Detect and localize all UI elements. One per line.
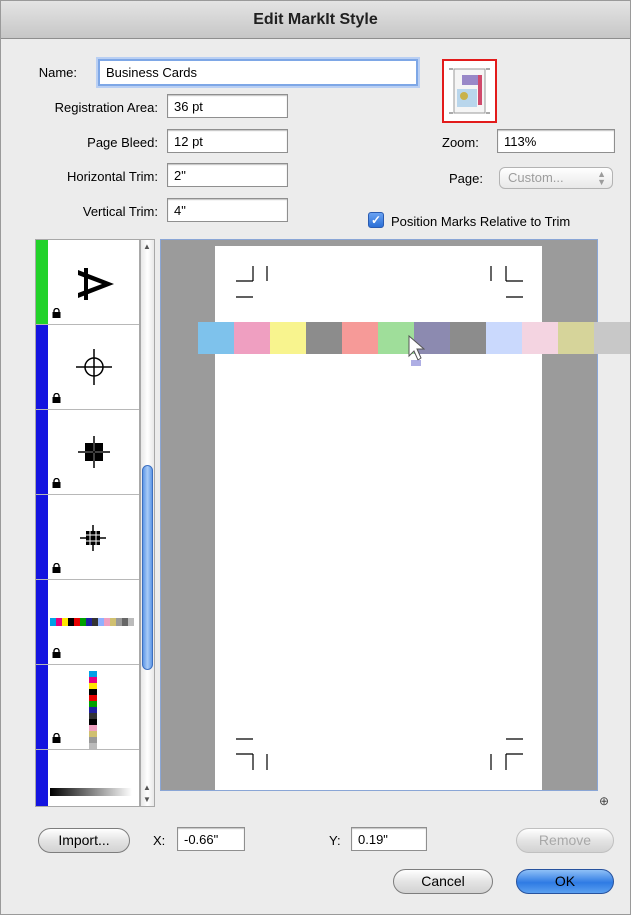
name-label: Name:: [38, 65, 77, 80]
zoom-in-icon[interactable]: ⊕: [599, 794, 609, 808]
name-field[interactable]: [98, 59, 418, 86]
page-preview[interactable]: [160, 239, 630, 791]
list-item[interactable]: [36, 665, 139, 750]
edit-markit-style-dialog: Edit MarkIt Style Name: Registration Are…: [0, 0, 631, 915]
color-patch: [270, 322, 306, 354]
scroll-up-icon[interactable]: ▲: [143, 242, 151, 251]
page-popup[interactable]: Custom... ▲ ▼: [499, 167, 613, 189]
color-patch: [234, 322, 270, 354]
registration-area-label: Registration Area:: [54, 100, 158, 115]
window-title: Edit MarkIt Style: [1, 1, 630, 39]
cancel-button[interactable]: Cancel: [393, 869, 493, 894]
import-button[interactable]: Import...: [38, 828, 130, 853]
mark-status-bar: [36, 240, 48, 324]
text-mark-icon: [78, 268, 114, 300]
registration-target-icon: [76, 349, 112, 385]
remove-button[interactable]: Remove: [516, 828, 614, 853]
list-item[interactable]: [36, 410, 139, 495]
zoom-field[interactable]: [497, 129, 615, 153]
mark-status-bar: [36, 580, 48, 664]
page-thumbnail[interactable]: [442, 59, 497, 123]
list-item[interactable]: [36, 495, 139, 580]
color-patch: [450, 322, 486, 354]
gradient-bar-icon: [50, 788, 132, 796]
vertical-trim-field[interactable]: [167, 198, 288, 222]
page-bleed-field[interactable]: [167, 129, 288, 153]
y-coordinate-field[interactable]: [351, 827, 427, 851]
position-marks-checkbox[interactable]: ✓: [368, 212, 384, 228]
color-patch: [198, 322, 234, 354]
vertical-trim-label: Vertical Trim:: [82, 204, 158, 219]
horizontal-trim-label: Horizontal Trim:: [66, 169, 158, 184]
lock-icon: [52, 478, 61, 488]
lock-icon: [52, 563, 61, 573]
mark-status-bar: [36, 495, 48, 579]
color-patch: [306, 322, 342, 354]
page-bleed-label: Page Bleed:: [87, 135, 158, 150]
x-coordinate-field[interactable]: [177, 827, 245, 851]
color-patch: [342, 322, 378, 354]
scroll-up-arrow-icon[interactable]: ▲: [143, 783, 151, 792]
marks-scrollbar[interactable]: ▲ ▲ ▼: [140, 239, 155, 807]
scroll-down-arrow-icon[interactable]: ▼: [143, 795, 151, 804]
ok-button[interactable]: OK: [516, 869, 614, 894]
page-label: Page:: [449, 171, 483, 186]
lock-icon: [52, 733, 61, 743]
y-label: Y:: [329, 833, 341, 848]
color-patch: [486, 322, 522, 354]
mark-status-bar: [36, 750, 48, 806]
lock-icon: [52, 393, 61, 403]
registration-area-field[interactable]: [167, 94, 288, 118]
list-item[interactable]: [36, 240, 139, 325]
updown-arrows-icon: ▲ ▼: [597, 169, 606, 187]
star-target-icon: [78, 436, 110, 468]
mark-status-bar: [36, 665, 48, 749]
x-label: X:: [153, 833, 166, 848]
list-item[interactable]: [36, 750, 139, 806]
grid-target-icon: [80, 525, 106, 551]
position-marks-label: Position Marks Relative to Trim: [391, 214, 571, 229]
color-patch: [522, 322, 558, 354]
page-thumbnail-icon: [449, 68, 490, 114]
mark-status-bar: [36, 410, 48, 494]
vertical-color-bar-icon: [89, 671, 97, 749]
cursor-arrow-icon: [408, 334, 425, 366]
marks-list[interactable]: [35, 239, 140, 807]
lock-icon: [52, 308, 61, 318]
mark-status-bar: [36, 325, 48, 409]
color-patch: [558, 322, 594, 354]
horizontal-color-bar-icon: [50, 618, 134, 626]
page-popup-value: Custom...: [508, 170, 564, 185]
scrollbar-thumb[interactable]: [142, 465, 153, 670]
lock-icon: [52, 648, 61, 658]
color-patch: [594, 322, 630, 354]
list-item[interactable]: [36, 580, 139, 665]
zoom-label: Zoom:: [442, 135, 479, 150]
horizontal-trim-field[interactable]: [167, 163, 288, 187]
list-item[interactable]: [36, 325, 139, 410]
